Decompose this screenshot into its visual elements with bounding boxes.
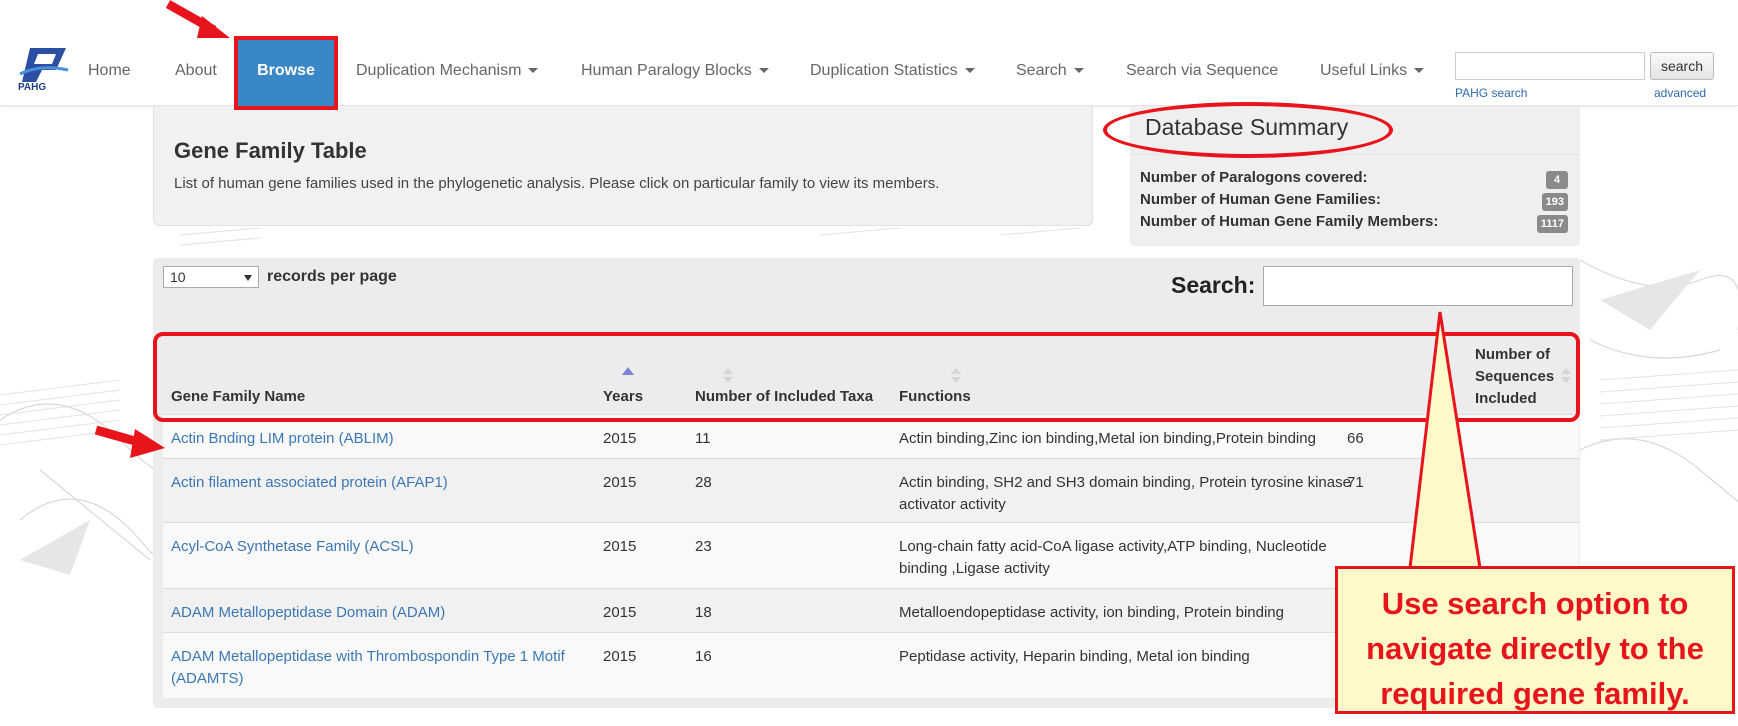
red-arrow-icon [165, 0, 230, 38]
nav-human-paralogy-blocks[interactable]: Human Paralogy Blocks [581, 36, 769, 106]
functions-cell: Metalloendopeptidase activity, ion bindi… [899, 604, 1284, 621]
taxa-cell: 18 [695, 604, 712, 621]
taxa-cell: 11 [695, 430, 711, 447]
page-subtitle: List of human gene families used in the … [174, 175, 940, 192]
summary-members-label: Number of Human Gene Family Members: [1140, 213, 1439, 230]
advanced-search-link[interactable]: advanced [1654, 86, 1706, 100]
summary-families-label: Number of Human Gene Families: [1140, 191, 1381, 208]
browse-highlight-box [234, 36, 338, 110]
taxa-cell: 16 [695, 648, 712, 665]
taxa-cell: 23 [695, 538, 712, 555]
caret-down-icon [1073, 68, 1084, 74]
year-cell: 2015 [603, 604, 637, 621]
sequences-cell: 66 [1347, 430, 1364, 447]
functions-cell: Actin binding, SH2 and SH3 domain bindin… [899, 474, 1351, 513]
summary-families-badge: 193 [1541, 193, 1568, 211]
nav-home[interactable]: Home [88, 36, 131, 106]
summary-highlight-ellipse [1103, 102, 1393, 158]
dropdown-arrow-icon [244, 275, 252, 281]
summary-members-badge: 1117 [1536, 215, 1568, 233]
records-per-page-label: records per page [267, 268, 397, 285]
gene-family-link[interactable]: Acyl-CoA Synthetase Family (ACSL) [171, 536, 601, 558]
table-search-label: Search: [1171, 272, 1256, 298]
gene-family-link[interactable]: ADAM Metallopeptidase Domain (ADAM) [171, 602, 601, 624]
caret-down-icon [1414, 68, 1425, 74]
functions-cell: Peptidase activity, Heparin binding, Met… [899, 648, 1250, 665]
summary-paralogons-label: Number of Paralogons covered: [1140, 169, 1368, 186]
callout-text: Use search option to navigate directly t… [1366, 586, 1704, 711]
year-cell: 2015 [603, 430, 637, 447]
nav-search-input[interactable] [1455, 52, 1645, 80]
year-cell: 2015 [603, 474, 637, 491]
gene-family-header-panel: Gene Family Table List of human gene fam… [153, 106, 1093, 226]
table-header-highlight-box [153, 332, 1580, 422]
functions-cell: Actin binding,Zinc ion binding,Metal ion… [899, 430, 1316, 447]
year-cell: 2015 [603, 648, 637, 665]
gene-family-link[interactable]: ADAM Metallopeptidase with Thrombospondi… [171, 646, 591, 690]
pahg-search-link[interactable]: PAHG search [1455, 86, 1527, 100]
nav-search-via-sequence[interactable]: Search via Sequence [1126, 36, 1278, 106]
gene-family-link[interactable]: Actin Bnding LIM protein (ABLIM) [171, 428, 601, 450]
summary-paralogons-badge: 4 [1546, 171, 1568, 189]
gene-family-link[interactable]: Actin filament associated protein (AFAP1… [171, 472, 601, 494]
nav-duplication-statistics[interactable]: Duplication Statistics [810, 36, 975, 106]
nav-duplication-mechanism[interactable]: Duplication Mechanism [356, 36, 539, 106]
nav-useful-links[interactable]: Useful Links [1320, 36, 1425, 106]
brand-label: PAHG [18, 82, 47, 93]
nav-search-button[interactable]: search [1650, 52, 1714, 80]
taxa-cell: 28 [695, 474, 712, 491]
page-title: Gene Family Table [174, 138, 367, 163]
table-search-input[interactable] [1263, 266, 1573, 306]
caret-down-icon [964, 68, 975, 74]
nav-about[interactable]: About [175, 36, 217, 106]
records-per-page-select[interactable]: 10 [163, 266, 259, 288]
caret-down-icon [528, 68, 539, 74]
functions-cell: Long-chain fatty acid-CoA ligase activit… [899, 538, 1327, 577]
table-row: Actin filament associated protein (AFAP1… [163, 458, 1579, 522]
year-cell: 2015 [603, 538, 637, 555]
sequences-cell: 71 [1347, 474, 1364, 491]
caret-down-icon [758, 68, 769, 74]
nav-search[interactable]: Search [1016, 36, 1084, 106]
instruction-callout: Use search option to navigate directly t… [1335, 566, 1735, 714]
